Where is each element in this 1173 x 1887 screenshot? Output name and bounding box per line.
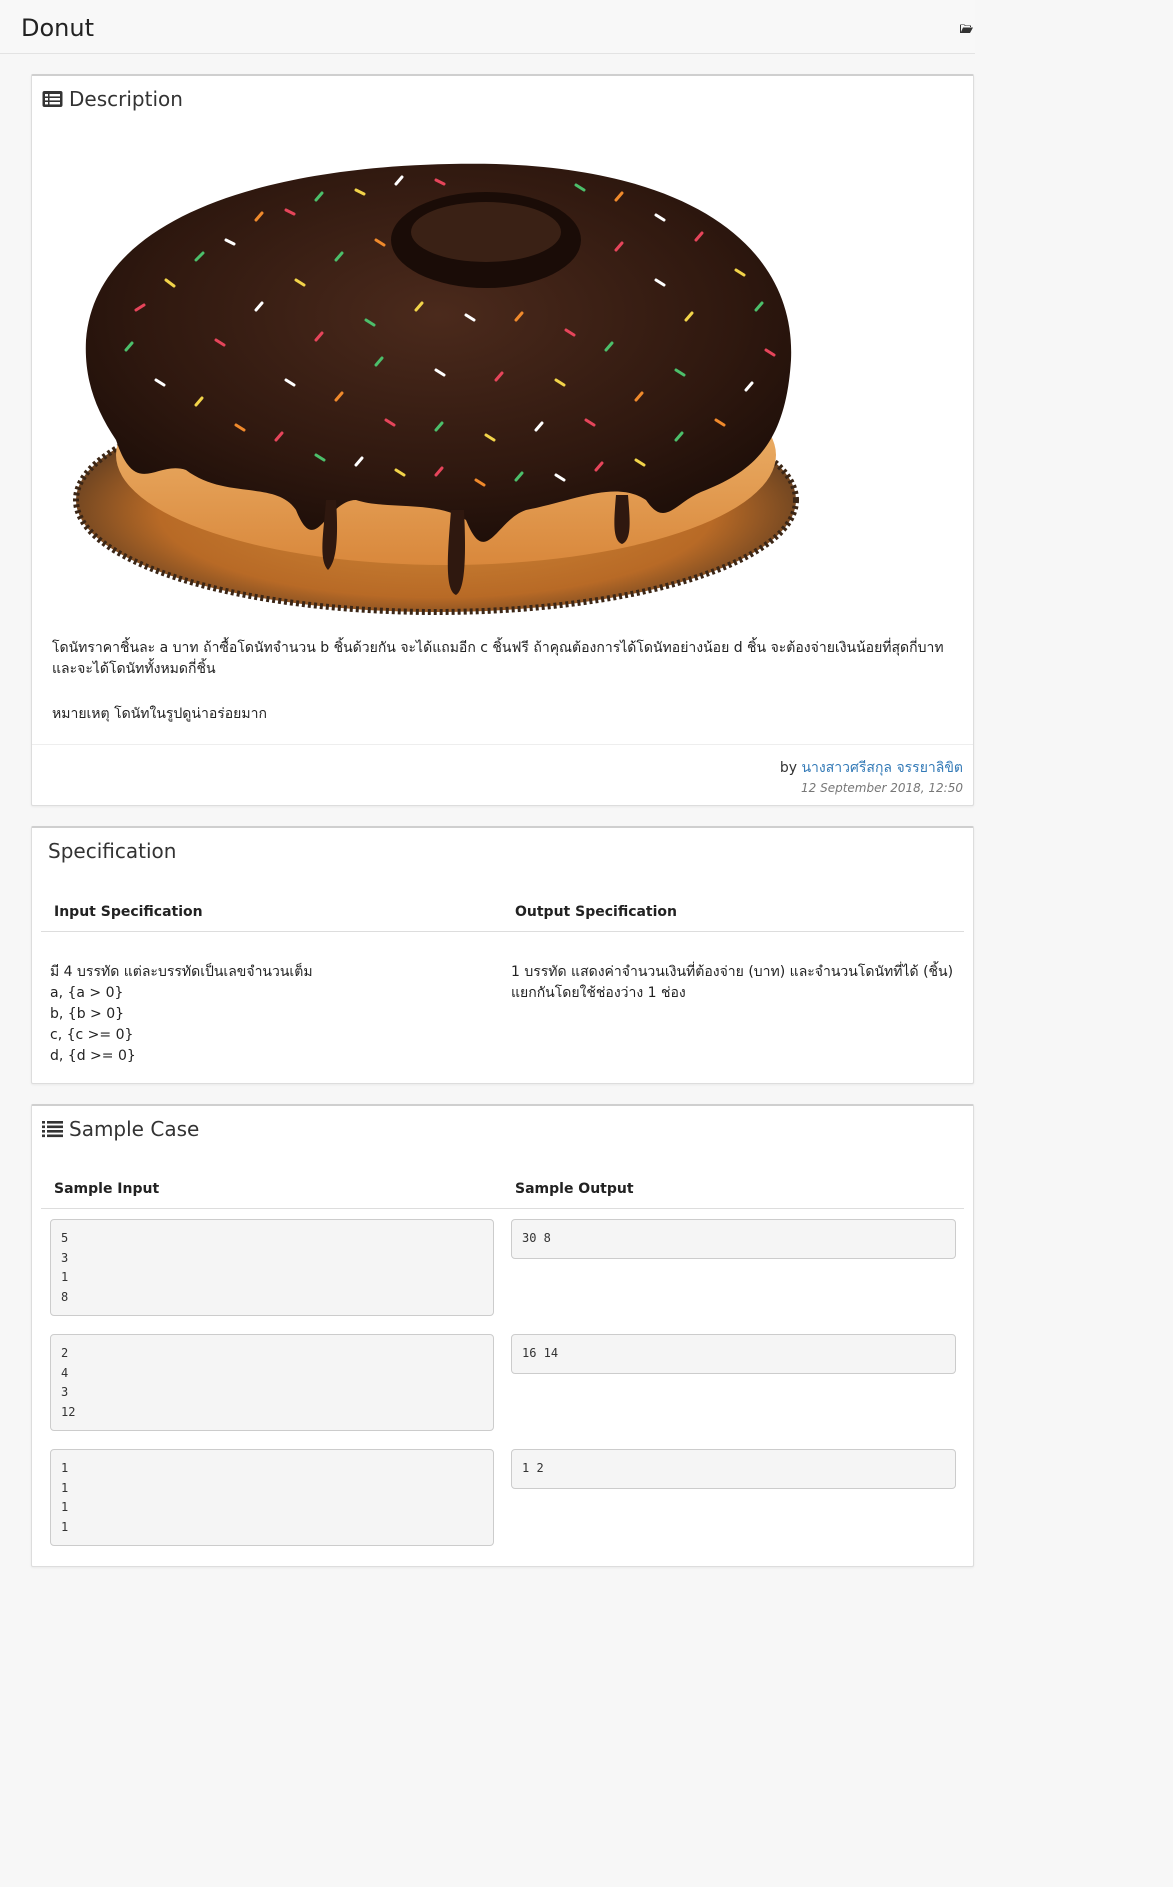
specification-panel: Specification Input Specification Output… xyxy=(31,826,974,1084)
sample-case-heading: Sample Case xyxy=(42,1116,199,1142)
sample-output-line: 30 8 xyxy=(522,1231,551,1245)
sample-input-line: 2 xyxy=(61,1346,69,1360)
sample-case-panel: Sample Case Sample Input Sample Output 5… xyxy=(31,1104,974,1567)
sample-input-line: 1 xyxy=(61,1519,69,1534)
folder-open-icon[interactable] xyxy=(960,24,973,33)
sample-input-box[interactable]: 5 3 1 8 xyxy=(50,1219,494,1316)
sample-output-header: Sample Output xyxy=(515,1181,634,1197)
output-spec-body: 1 บรรทัด แสดงค่าจำนวนเงินที่ต้องจ่าย (บา… xyxy=(511,962,953,1004)
input-spec-line: มี 4 บรรทัด แต่ละบรรทัดเป็นเลขจำนวนเต็ม xyxy=(50,964,313,980)
output-spec-line: แยกกันโดยใช้ช่องว่าง 1 ช่อง xyxy=(511,985,686,1001)
input-spec-line: d, {d >= 0} xyxy=(50,1048,136,1064)
sample-input-line: 3 xyxy=(61,1250,69,1265)
divider xyxy=(41,931,964,932)
timestamp: 12 September 2018, 12:50 xyxy=(801,781,963,795)
top-bar: Donut xyxy=(0,0,975,54)
page-title: Donut xyxy=(21,14,94,42)
sample-output-box[interactable]: 1 2 xyxy=(511,1449,956,1489)
output-spec-header: Output Specification xyxy=(515,904,678,920)
sample-input-line: 4 xyxy=(61,1365,69,1380)
list-icon xyxy=(42,1121,63,1138)
sample-input-line: 1 xyxy=(61,1480,69,1495)
byline: by นางสาวศรีสกุล จรรยาลิขิต xyxy=(780,757,963,779)
sample-input-line: 1 xyxy=(61,1500,69,1514)
input-spec-line: a, {a > 0} xyxy=(50,985,124,1001)
sample-input-header: Sample Input xyxy=(54,1181,160,1197)
donut-image xyxy=(73,163,799,615)
description-heading-text: Description xyxy=(69,87,183,111)
input-spec-body: มี 4 บรรทัด แต่ละบรรทัดเป็นเลขจำนวนเต็ม … xyxy=(50,962,313,1067)
sample-input-line: 12 xyxy=(61,1404,76,1419)
output-spec-line: 1 บรรทัด แสดงค่าจำนวนเงินที่ต้องจ่าย (บา… xyxy=(511,964,954,980)
sample-input-line: 1 xyxy=(61,1461,69,1475)
sample-input-line: 1 xyxy=(61,1270,69,1284)
description-panel: Description โดนัทราคาชิ้นละ a บาท ถ้าซื้… xyxy=(31,74,974,806)
input-spec-header: Input Specification xyxy=(54,904,203,920)
sample-output-box[interactable]: 30 8 xyxy=(511,1219,956,1259)
sample-input-line: 3 xyxy=(61,1385,69,1399)
author-link[interactable]: นางสาวศรีสกุล จรรยาลิขิต xyxy=(801,760,963,776)
description-heading: Description xyxy=(42,86,183,112)
description-note: หมายเหตุ โดนัทในรูปดูน่าอร่อยมาก xyxy=(52,706,267,722)
sample-output-box[interactable]: 16 14 xyxy=(511,1334,956,1374)
input-spec-line: b, {b > 0} xyxy=(50,1006,125,1022)
sample-output-line: 16 14 xyxy=(522,1346,559,1360)
divider xyxy=(41,1208,964,1209)
input-spec-line: c, {c >= 0} xyxy=(50,1027,134,1043)
sample-output-line: 1 2 xyxy=(522,1461,544,1475)
sample-case-heading-text: Sample Case xyxy=(69,1117,200,1141)
specification-heading-text: Specification xyxy=(48,839,177,863)
specification-heading: Specification xyxy=(48,838,176,864)
sample-input-box[interactable]: 2 4 3 12 xyxy=(50,1334,494,1431)
sample-input-box[interactable]: 1 1 1 1 xyxy=(50,1449,494,1546)
description-text: โดนัทราคาชิ้นละ a บาท ถ้าซื้อโดนัทจำนวน … xyxy=(52,640,944,677)
sample-input-line: 8 xyxy=(61,1289,69,1304)
list-alt-icon xyxy=(42,91,63,107)
description-footer: by นางสาวศรีสกุล จรรยาลิขิต 12 September… xyxy=(32,744,973,806)
by-label: by xyxy=(779,760,797,776)
sample-input-line: 5 xyxy=(61,1231,69,1245)
